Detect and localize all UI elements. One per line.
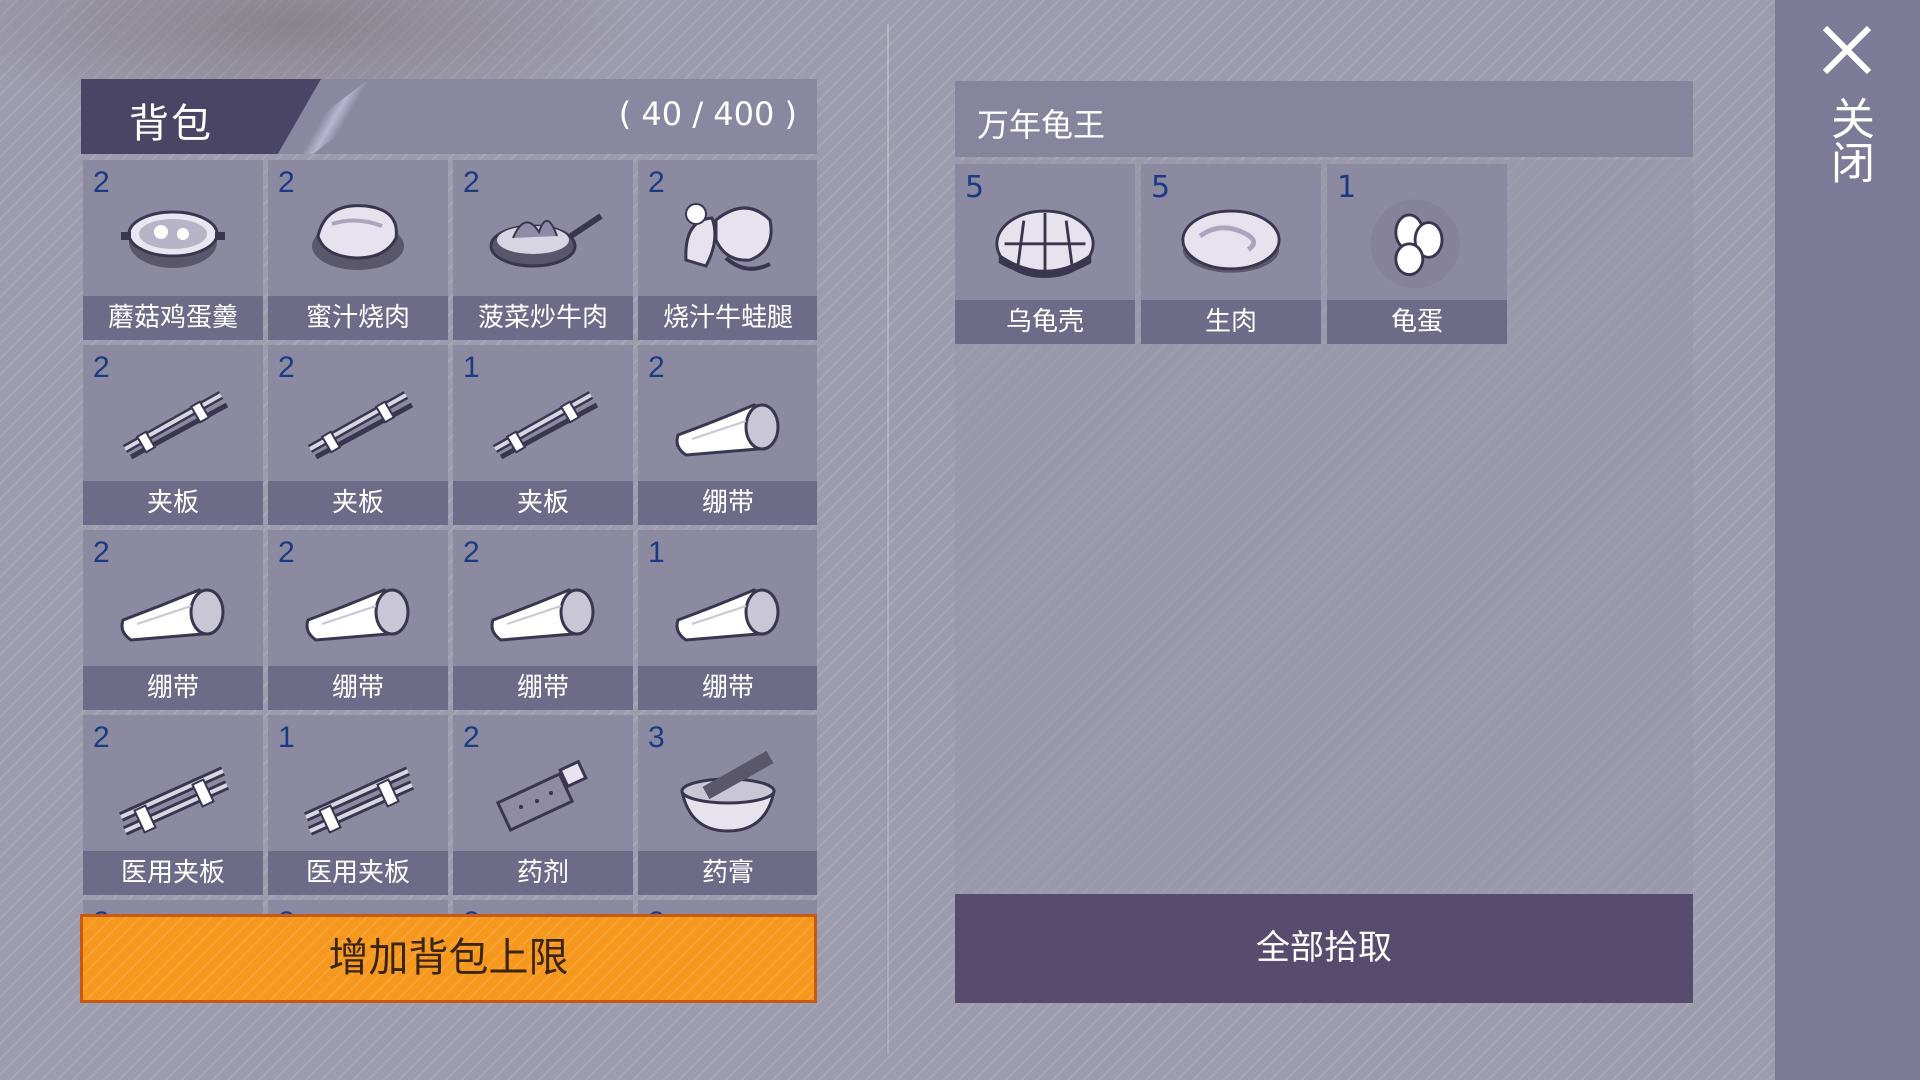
item-name: 医用夹板 — [83, 851, 263, 895]
item-quantity: 2 — [648, 166, 665, 199]
mortar-icon — [680, 750, 776, 833]
inventory-slot[interactable]: 2 医用夹板 — [83, 715, 263, 895]
pot-icon — [121, 210, 225, 268]
loot-grid: 5 乌龟壳 5 生肉 1 龟蛋 — [955, 164, 1507, 344]
bandage-icon — [675, 403, 780, 457]
close-sidebar: 关闭 — [1775, 0, 1920, 1080]
inventory-slot[interactable]: 2 药剂 — [453, 715, 633, 895]
roast-meat-icon — [312, 204, 404, 270]
medical-splint-icon — [118, 766, 230, 836]
panel-divider — [886, 24, 889, 1054]
item-quantity: 2 — [93, 721, 110, 754]
inventory-slot[interactable]: 2 绷带 — [453, 530, 633, 710]
backpack-header: 背包 ( 40 / 400 ) — [81, 79, 817, 154]
item-quantity: 2 — [463, 721, 480, 754]
backpack-title: 背包 — [129, 101, 213, 147]
backpack-grid-viewport[interactable]: 2 蘑菇鸡蛋羹 2 蜜汁烧肉 2 菠菜炒牛肉 2 烧汁牛蛙腿 2 夹板 2 夹板 1 夹板 2 绷带 2 绷带 2 绷… — [83, 160, 817, 916]
item-quantity: 2 — [463, 166, 480, 199]
item-name: 绷带 — [453, 666, 633, 710]
inventory-slot[interactable]: 1 夹板 — [453, 345, 633, 525]
item-name: 夹板 — [453, 481, 633, 525]
item-quantity: 3 — [648, 721, 665, 754]
inventory-slot[interactable]: 3 药膏 — [638, 715, 817, 895]
loot-source-title: 万年龟王 — [977, 106, 1106, 144]
inventory-slot[interactable]: 2 烧汁牛蛙腿 — [638, 160, 817, 340]
bandage-icon — [120, 588, 225, 642]
item-quantity: 5 — [1151, 170, 1171, 205]
item-name: 药膏 — [638, 851, 817, 895]
backpack-capacity: ( 40 / 400 ) — [618, 95, 797, 133]
inventory-slot[interactable]: 2 绷带 — [83, 530, 263, 710]
raw-meat-icon — [1181, 209, 1281, 273]
item-quantity: 2 — [93, 536, 110, 569]
item-quantity: 2 — [278, 536, 295, 569]
turtle-shell-icon — [995, 209, 1095, 278]
item-name: 夹板 — [83, 481, 263, 525]
item-quantity: 2 — [93, 166, 110, 199]
medical-splint-icon — [303, 766, 415, 836]
item-name: 绷带 — [638, 666, 817, 710]
loot-slot[interactable]: 5 乌龟壳 — [955, 164, 1135, 344]
item-quantity: 2 — [93, 351, 110, 384]
loot-slot[interactable]: 5 生肉 — [1141, 164, 1321, 344]
expand-capacity-button[interactable]: 增加背包上限 — [80, 914, 817, 1003]
inventory-slot[interactable]: 2 夹板 — [268, 345, 448, 525]
take-all-button[interactable]: 全部拾取 — [955, 894, 1693, 1003]
frying-pan-icon — [489, 213, 603, 268]
inventory-slot[interactable]: 1 绷带 — [638, 530, 817, 710]
item-name: 乌龟壳 — [955, 300, 1135, 344]
item-quantity: 2 — [278, 166, 295, 199]
item-quantity: 1 — [1337, 170, 1357, 205]
bandage-icon — [305, 588, 410, 642]
item-name: 生肉 — [1141, 300, 1321, 344]
inventory-slot[interactable]: 1 医用夹板 — [268, 715, 448, 895]
item-name: 药剂 — [453, 851, 633, 895]
close-button-label[interactable]: 关闭 — [1823, 96, 1874, 184]
item-quantity: 2 — [463, 536, 480, 569]
inventory-slot[interactable]: 2 绷带 — [268, 530, 448, 710]
item-quantity: 1 — [648, 536, 665, 569]
inventory-slot[interactable]: 2 绷带 — [638, 345, 817, 525]
bandage-icon — [675, 588, 780, 642]
backpack-grid: 2 蘑菇鸡蛋羹 2 蜜汁烧肉 2 菠菜炒牛肉 2 烧汁牛蛙腿 2 夹板 2 夹板 1 夹板 2 绷带 2 绷带 2 绷… — [83, 160, 817, 916]
inventory-slot[interactable]: 2 菠菜炒牛肉 — [453, 160, 633, 340]
item-name: 龟蛋 — [1327, 300, 1507, 344]
inventory-slot[interactable]: 2 蘑菇鸡蛋羹 — [83, 160, 263, 340]
item-name: 夹板 — [268, 481, 448, 525]
item-name: 医用夹板 — [268, 851, 448, 895]
splint-icon — [492, 391, 599, 460]
item-name: 绷带 — [83, 666, 263, 710]
item-name: 绷带 — [638, 481, 817, 525]
frog-legs-icon — [684, 203, 773, 271]
splint-icon — [307, 391, 414, 460]
item-quantity: 1 — [278, 721, 295, 754]
close-icon[interactable] — [1819, 22, 1875, 78]
inventory-slot[interactable]: 2 夹板 — [83, 345, 263, 525]
inventory-slot[interactable]: 2 蜜汁烧肉 — [268, 160, 448, 340]
medicine-vial-icon — [495, 759, 588, 832]
bandage-icon — [490, 588, 595, 642]
item-name: 绷带 — [268, 666, 448, 710]
item-quantity: 5 — [965, 170, 985, 205]
item-quantity: 2 — [648, 351, 665, 384]
loot-slot[interactable]: 1 龟蛋 — [1327, 164, 1507, 344]
item-quantity: 2 — [278, 351, 295, 384]
item-name: 蘑菇鸡蛋羹 — [83, 296, 263, 340]
loot-header: 万年龟王 — [955, 81, 1693, 157]
splint-icon — [122, 391, 229, 460]
turtle-egg-icon — [1370, 199, 1460, 289]
item-quantity: 1 — [463, 351, 480, 384]
item-name: 蜜汁烧肉 — [268, 296, 448, 340]
item-name: 菠菜炒牛肉 — [453, 296, 633, 340]
item-name: 烧汁牛蛙腿 — [638, 296, 817, 340]
